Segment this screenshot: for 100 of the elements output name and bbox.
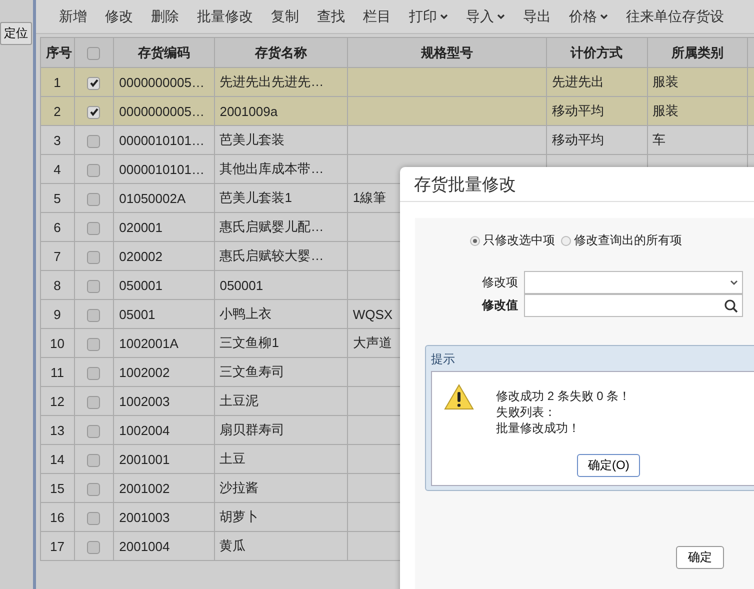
message-text: 批量修改成功！ <box>496 420 580 436</box>
checkbox[interactable] <box>87 76 100 90</box>
select-field[interactable] <box>524 271 743 294</box>
table-cell: 芭美儿套装 <box>220 132 285 147</box>
table-cell: WQSX <box>352 306 393 322</box>
caret-icon <box>440 14 448 20</box>
column-header: 所属类别 <box>647 38 748 68</box>
toolbar-button[interactable]: 导入 <box>457 8 514 26</box>
table-cell: 移动平均 <box>552 132 604 147</box>
table-cell: 其他出库成本带… <box>220 161 324 176</box>
table-cell: 三文鱼柳1 <box>220 335 279 350</box>
table-cell: 11 <box>40 358 74 386</box>
table-cell: 芭美儿套装1 <box>220 190 292 205</box>
message-text: 修改成功 2 条失败 0 条！ <box>496 388 631 404</box>
table-cell: 先进先出先进先… <box>220 74 324 89</box>
table-cell: 移动平均 <box>552 103 604 118</box>
caret-icon <box>497 14 505 20</box>
ok-button[interactable]: 确定(O) <box>577 454 640 477</box>
table-cell: 9 <box>40 300 74 328</box>
column-header: 规格型号 <box>347 38 546 68</box>
table-cell: 服装 <box>652 74 679 89</box>
toolbar-button[interactable]: 价格 <box>560 8 617 26</box>
table-cell: 胡萝卜 <box>220 509 259 524</box>
column-header: 存货名称 <box>214 38 348 68</box>
checkbox[interactable] <box>87 396 100 409</box>
table-cell: 0000010101… <box>119 162 204 176</box>
checkbox[interactable] <box>87 482 100 496</box>
table-cell: 惠氏启赋较大婴… <box>220 248 324 263</box>
table-cell: 0000000005… <box>119 74 204 90</box>
table-cell: 2 <box>40 96 74 126</box>
checkbox[interactable] <box>87 192 100 206</box>
toolbar-button[interactable]: 打印 <box>400 8 457 26</box>
table-cell: 01050002A <box>119 190 186 206</box>
table-cell: 020002 <box>119 248 163 264</box>
checkbox[interactable] <box>87 222 100 235</box>
table-cell: 020001 <box>119 220 163 234</box>
dialog-button[interactable]: 确定 <box>676 546 724 569</box>
table-cell: 5 <box>40 184 74 212</box>
toolbar-button[interactable]: 栏目 <box>354 8 400 26</box>
table-cell: 1002004 <box>119 422 170 438</box>
toolbar-button[interactable]: 导出 <box>514 8 560 26</box>
table-cell: 16 <box>40 502 74 532</box>
checkbox[interactable] <box>87 250 100 264</box>
checkbox[interactable] <box>87 308 100 322</box>
checkbox[interactable] <box>87 164 100 177</box>
table-cell: 12 <box>40 386 74 416</box>
checkbox[interactable] <box>87 280 100 293</box>
table-cell: 05001 <box>119 306 156 322</box>
checkbox[interactable] <box>87 47 100 60</box>
toolbar-button[interactable]: 批量修改 <box>188 8 262 26</box>
table-cell: 8 <box>40 270 74 300</box>
table-cell: 大声道 <box>352 335 392 350</box>
toolbar-button[interactable]: 新增 <box>50 8 96 26</box>
checkbox[interactable] <box>87 424 100 438</box>
toolbar-button[interactable]: 复制 <box>262 8 308 26</box>
checkbox[interactable] <box>87 512 100 525</box>
field-label: 修改值 <box>482 297 519 314</box>
search-icon <box>724 298 738 312</box>
checkbox[interactable] <box>87 540 100 554</box>
table-cell: 4 <box>40 154 74 184</box>
table-cell: 黄瓜 <box>220 538 246 553</box>
toolbar-button[interactable]: 修改 <box>96 8 142 26</box>
table-cell: 1002001A <box>119 336 178 350</box>
toolbar-button[interactable]: 查找 <box>308 8 354 26</box>
table-cell: 2001004 <box>119 538 170 554</box>
radio-button[interactable] <box>470 236 480 246</box>
toolbar-button[interactable]: 往来单位存货设 <box>617 8 733 26</box>
warning-icon <box>444 384 474 410</box>
checkbox[interactable] <box>87 338 100 351</box>
table-cell: 2001009a <box>220 104 278 118</box>
table-cell: 13 <box>40 416 74 444</box>
table-cell: 2001001 <box>119 452 170 466</box>
column-header: 存货编码 <box>114 38 214 68</box>
caret-icon <box>730 280 738 286</box>
column-header: 序号 <box>40 38 74 68</box>
dialog-title: 存货批量修改 <box>400 167 754 202</box>
radio-button[interactable] <box>561 236 571 246</box>
table-cell: 10 <box>40 328 74 358</box>
table-cell: 2001002 <box>119 480 170 496</box>
table-cell: 沙拉酱 <box>220 480 259 495</box>
table-cell: 1 <box>40 68 74 96</box>
checkbox[interactable] <box>87 134 100 148</box>
table-cell: 1線筆 <box>352 190 386 205</box>
table-cell: 服装 <box>652 103 679 118</box>
search-field[interactable] <box>524 294 743 317</box>
table-cell: 小鸭上衣 <box>220 306 272 321</box>
table-cell: 15 <box>40 474 74 502</box>
table-cell: 050001 <box>119 278 163 292</box>
checkbox[interactable] <box>87 366 100 380</box>
radio-option[interactable]: 修改查询出的所有项 <box>561 232 682 249</box>
toolbar-button[interactable]: 删除 <box>142 8 188 26</box>
column-header: 计价方式 <box>546 38 648 68</box>
radio-option[interactable]: 只修改选中项 <box>470 232 555 249</box>
locate-button[interactable]: 定位 <box>0 22 32 45</box>
checkbox[interactable] <box>87 106 100 119</box>
caret-icon <box>600 14 608 20</box>
table-cell: 车 <box>652 132 666 147</box>
table-cell: 6 <box>40 212 74 242</box>
table-cell: 三文鱼寿司 <box>220 364 285 379</box>
checkbox[interactable] <box>87 454 100 467</box>
